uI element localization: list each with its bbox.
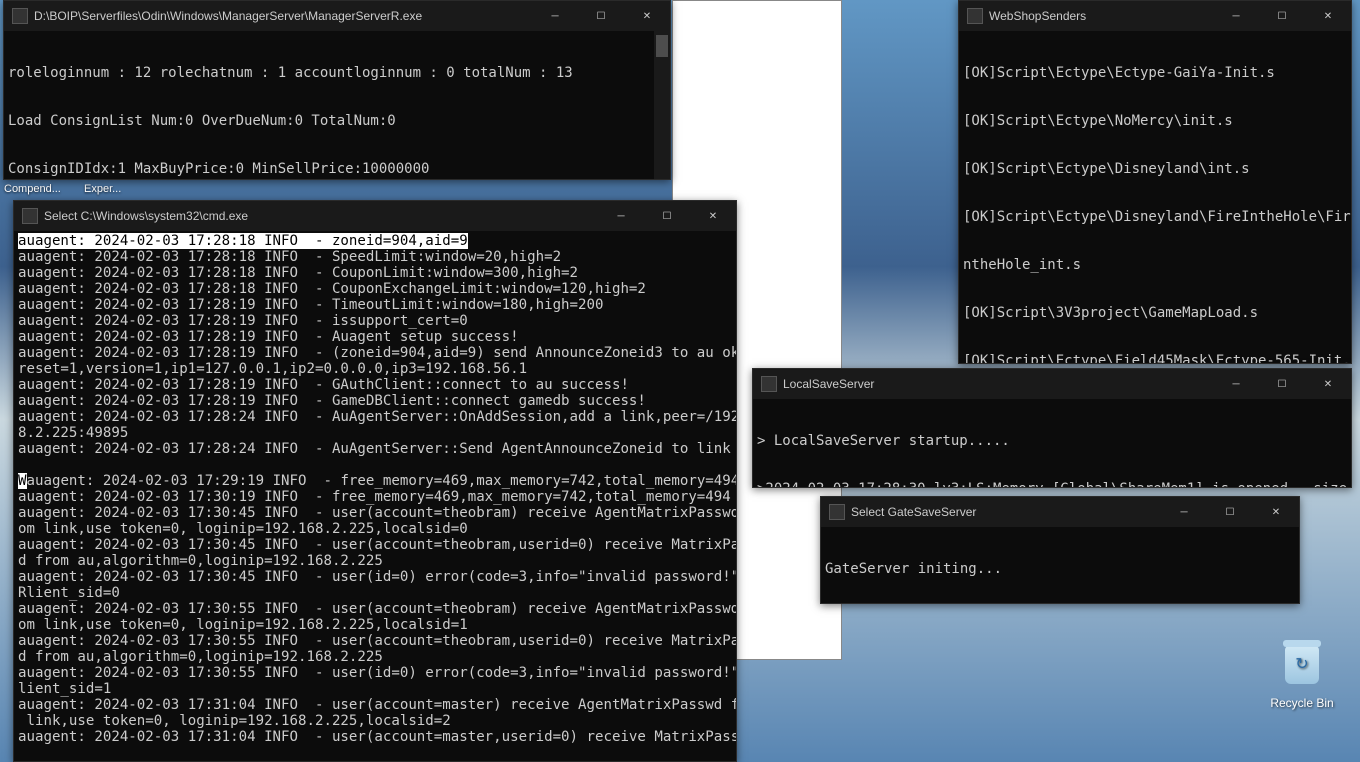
console-line: d from au,algorithm=0,loginip=192.168.2.… xyxy=(18,553,383,569)
console-line: [OK]Script\Ectype\Disneyland\FireIntheHo… xyxy=(963,209,1347,225)
cmd-icon xyxy=(22,208,38,224)
console-localsave[interactable]: > LocalSaveServer startup..... >2024-02-… xyxy=(753,399,1351,487)
console-line: auagent: 2024-02-03 17:28:19 INFO - Time… xyxy=(18,297,603,313)
scrollbar[interactable] xyxy=(654,31,670,179)
window-gatesave[interactable]: Select GateSaveServer ─ ☐ ✕ GateServer i… xyxy=(820,496,1300,604)
console-line: ConsignIDIdx:1 MaxBuyPrice:0 MinSellPric… xyxy=(8,161,654,177)
console-line: [OK]Script\Ectype\Field45Mask\Ectype-565… xyxy=(963,353,1347,363)
title-cmd: Select C:\Windows\system32\cmd.exe xyxy=(44,209,598,223)
maximize-button[interactable]: ☐ xyxy=(644,201,690,231)
window-localsave[interactable]: LocalSaveServer ─ ☐ ✕ > LocalSaveServer … xyxy=(752,368,1352,488)
console-line: reset=1,version=1,ip1=127.0.0.1,ip2=0.0.… xyxy=(18,361,527,377)
console-line: auagent: 2024-02-03 17:28:19 INFO - Game… xyxy=(18,393,646,409)
console-line: auagent: 2024-02-03 17:31:04 INFO - user… xyxy=(18,697,736,713)
window-webshop[interactable]: WebShopSenders ─ ☐ ✕ [OK]Script\Ectype\E… xyxy=(958,0,1352,364)
titlebar-manager[interactable]: D:\BOIP\Serverfiles\Odin\Windows\Manager… xyxy=(4,1,670,31)
console-line: [OK]Script\Ectype\Disneyland\int.s xyxy=(963,161,1347,177)
console-line: auagent: 2024-02-03 17:28:18 INFO - Spee… xyxy=(18,249,561,265)
console-gatesave[interactable]: GateServer initing... listen port: 30002… xyxy=(821,527,1299,603)
desktop-label-exper: Exper... xyxy=(84,183,121,195)
scroll-thumb[interactable] xyxy=(656,35,668,57)
desktop-label-compend: Compend... xyxy=(4,183,61,195)
console-line: om link,use token=0, loginip=192.168.2.2… xyxy=(18,521,468,537)
window-manager-server[interactable]: D:\BOIP\Serverfiles\Odin\Windows\Manager… xyxy=(3,0,671,180)
maximize-button[interactable]: ☐ xyxy=(1259,1,1305,31)
console-line: auagent: 2024-02-03 17:28:19 INFO - GAut… xyxy=(18,377,629,393)
recycle-bin-label: Recycle Bin xyxy=(1264,696,1340,710)
recycle-bin[interactable]: Recycle Bin xyxy=(1264,640,1340,710)
window-cmd[interactable]: Select C:\Windows\system32\cmd.exe ─ ☐ ✕… xyxy=(13,200,737,762)
titlebar-cmd[interactable]: Select C:\Windows\system32\cmd.exe ─ ☐ ✕ xyxy=(14,201,736,231)
console-line: auagent: 2024-02-03 17:30:19 INFO - free… xyxy=(18,489,731,505)
minimize-button[interactable]: ─ xyxy=(1213,1,1259,31)
selected-char: W xyxy=(18,473,27,489)
close-button[interactable]: ✕ xyxy=(690,201,736,231)
console-line: Rlient_sid=0 xyxy=(18,585,120,601)
console-line: auagent: 2024-02-03 17:28:24 INFO - AuAg… xyxy=(18,441,736,457)
console-line: auagent: 2024-02-03 17:28:24 INFO - AuAg… xyxy=(18,409,736,425)
console-line: auagent: 2024-02-03 17:31:04 INFO - user… xyxy=(18,729,736,745)
console-webshop[interactable]: [OK]Script\Ectype\Ectype-GaiYa-Init.s [O… xyxy=(959,31,1351,363)
console-line: [OK]Script\Ectype\Ectype-GaiYa-Init.s xyxy=(963,65,1347,81)
cmd-icon xyxy=(12,8,28,24)
console-line: link,use token=0, loginip=192.168.2.225,… xyxy=(18,713,451,729)
console-line: GateServer initing... xyxy=(825,561,1295,577)
console-line: auagent: 2024-02-03 17:30:45 INFO - user… xyxy=(18,505,736,521)
recycle-bin-icon xyxy=(1282,646,1322,694)
console-line: auagent: 2024-02-03 17:28:18 INFO - Coup… xyxy=(18,281,646,297)
console-line: auagent: 2024-02-03 17:28:19 INFO - (zon… xyxy=(18,345,736,361)
close-button[interactable]: ✕ xyxy=(1305,1,1351,31)
console-line: d from au,algorithm=0,loginip=192.168.2.… xyxy=(18,649,383,665)
selected-text: auagent: 2024-02-03 17:28:18 INFO - zone… xyxy=(18,233,468,249)
console-line: auagent: 2024-02-03 17:30:45 INFO - user… xyxy=(18,537,736,553)
minimize-button[interactable]: ─ xyxy=(598,201,644,231)
cmd-icon xyxy=(761,376,777,392)
console-line: auagent: 2024-02-03 17:30:45 INFO - user… xyxy=(18,569,736,585)
console-line: 8.2.225:49895 xyxy=(18,425,128,441)
console-line: om link,use token=0, loginip=192.168.2.2… xyxy=(18,617,468,633)
console-line: Load ConsignList Num:0 OverDueNum:0 Tota… xyxy=(8,113,654,129)
console-line: auagent: 2024-02-03 17:30:55 INFO - user… xyxy=(18,665,736,681)
title-gatesave: Select GateSaveServer xyxy=(851,505,1161,519)
console-line: [OK]Script\3V3project\GameMapLoad.s xyxy=(963,305,1347,321)
minimize-button[interactable]: ─ xyxy=(532,1,578,31)
maximize-button[interactable]: ☐ xyxy=(1207,497,1253,527)
cmd-icon xyxy=(829,504,845,520)
console-line: auagent: 2024-02-03 17:28:19 INFO - Auag… xyxy=(18,329,519,345)
console-line: > LocalSaveServer startup..... xyxy=(757,433,1347,449)
close-button[interactable]: ✕ xyxy=(624,1,670,31)
console-line: ntheHole_int.s xyxy=(963,257,1347,273)
console-line: >2024-02-03 17:28:30 lv3:LS:Memory [Glob… xyxy=(757,481,1347,487)
console-line: auagent: 2024-02-03 17:30:55 INFO - user… xyxy=(18,633,736,649)
maximize-button[interactable]: ☐ xyxy=(1259,369,1305,399)
maximize-button[interactable]: ☐ xyxy=(578,1,624,31)
console-line: auagent: 2024-02-03 17:29:19 INFO - free… xyxy=(27,473,737,489)
close-button[interactable]: ✕ xyxy=(1305,369,1351,399)
title-localsave: LocalSaveServer xyxy=(783,377,1213,391)
close-button[interactable]: ✕ xyxy=(1253,497,1299,527)
title-manager: D:\BOIP\Serverfiles\Odin\Windows\Manager… xyxy=(34,9,532,23)
console-manager[interactable]: roleloginnum : 12 rolechatnum : 1 accoun… xyxy=(4,31,670,179)
minimize-button[interactable]: ─ xyxy=(1213,369,1259,399)
console-cmd[interactable]: auagent: 2024-02-03 17:28:18 INFO - zone… xyxy=(14,231,736,761)
titlebar-localsave[interactable]: LocalSaveServer ─ ☐ ✕ xyxy=(753,369,1351,399)
console-line: [OK]Script\Ectype\NoMercy\init.s xyxy=(963,113,1347,129)
console-line: auagent: 2024-02-03 17:28:19 INFO - issu… xyxy=(18,313,468,329)
minimize-button[interactable]: ─ xyxy=(1161,497,1207,527)
title-webshop: WebShopSenders xyxy=(989,9,1213,23)
console-line: roleloginnum : 12 rolechatnum : 1 accoun… xyxy=(8,65,654,81)
cmd-icon xyxy=(967,8,983,24)
console-line: auagent: 2024-02-03 17:28:18 INFO - Coup… xyxy=(18,265,578,281)
titlebar-webshop[interactable]: WebShopSenders ─ ☐ ✕ xyxy=(959,1,1351,31)
console-line: lient_sid=1 xyxy=(18,681,111,697)
console-line: auagent: 2024-02-03 17:30:55 INFO - user… xyxy=(18,601,736,617)
titlebar-gatesave[interactable]: Select GateSaveServer ─ ☐ ✕ xyxy=(821,497,1299,527)
